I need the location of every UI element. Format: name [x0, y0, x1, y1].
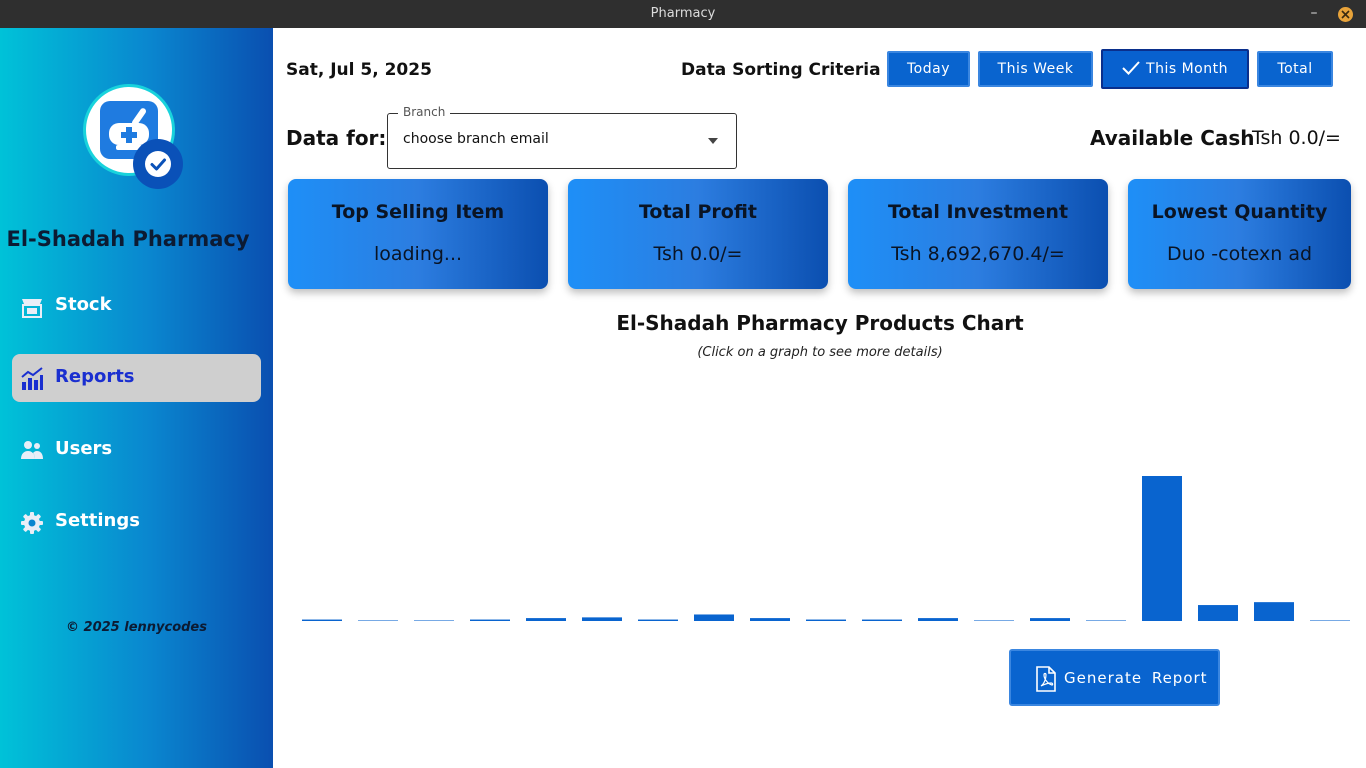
card-value: Duo -cotexn ad — [1166, 243, 1313, 265]
sidebar-item-label: Stock — [55, 294, 112, 315]
top-selling-item-card[interactable]: Top Selling Item loading... — [288, 179, 548, 289]
sidebar-item-reports[interactable]: Reports — [12, 354, 261, 402]
chart-bar[interactable] — [1198, 605, 1238, 621]
available-cash-label: Available Cash — [1090, 126, 1255, 150]
chart-bar[interactable] — [918, 618, 958, 621]
filter-label: This Week — [997, 61, 1074, 77]
dropdown-arrow-icon — [708, 138, 718, 144]
sidebar-item-label: Reports — [55, 366, 135, 387]
card-value: Tsh 8,692,670.4/= — [891, 243, 1065, 265]
filter-this-week-button[interactable]: This Week — [978, 51, 1093, 87]
checkmark-badge-icon — [133, 139, 183, 189]
chart-bar[interactable] — [582, 617, 622, 621]
sorting-criteria-label: Data Sorting Criteria — [681, 60, 881, 80]
chart-bar[interactable] — [526, 618, 566, 621]
chart-bar[interactable] — [1086, 620, 1126, 621]
minimize-button[interactable]: – — [1308, 3, 1320, 23]
total-profit-card[interactable]: Total Profit Tsh 0.0/= — [568, 179, 828, 289]
filter-label: Total — [1277, 61, 1313, 77]
chart-bar[interactable] — [1142, 476, 1182, 621]
chart-bar[interactable] — [694, 614, 734, 621]
card-title: Top Selling Item — [331, 201, 505, 223]
store-icon — [20, 295, 44, 319]
data-for-label: Data for: — [286, 126, 387, 150]
card-title: Total Profit — [638, 201, 758, 223]
sidebar-item-settings[interactable]: Settings — [12, 498, 261, 546]
chart-title: El-Shadah Pharmacy Products Chart — [616, 311, 1024, 335]
filter-label: This Month — [1146, 61, 1228, 77]
branch-field-legend: Branch — [398, 105, 451, 119]
chart-bar[interactable] — [638, 619, 678, 621]
copyright-text: © 2025 lennycodes — [66, 620, 207, 635]
close-icon — [1341, 10, 1350, 19]
total-investment-card[interactable]: Total Investment Tsh 8,692,670.4/= — [848, 179, 1108, 289]
branch-select[interactable]: Branch choose branch email — [387, 105, 737, 169]
sidebar-item-label: Users — [55, 438, 113, 459]
window-titlebar: Pharmacy – — [0, 0, 1366, 28]
check-icon — [1122, 60, 1140, 75]
generate-report-button[interactable]: Generate Report — [1009, 649, 1220, 706]
sidebar-item-users[interactable]: Users — [12, 426, 261, 474]
branch-select-value: choose branch email — [403, 131, 549, 147]
gear-icon — [20, 511, 44, 535]
chart-bar[interactable] — [806, 619, 846, 621]
chart-bar[interactable] — [414, 620, 454, 621]
card-value: loading... — [373, 243, 463, 265]
products-bar-chart[interactable] — [290, 380, 1360, 630]
chart-bar[interactable] — [862, 619, 902, 621]
filter-total-button[interactable]: Total — [1257, 51, 1333, 87]
card-title: Lowest Quantity — [1151, 201, 1328, 223]
sidebar-item-label: Settings — [55, 510, 140, 531]
users-icon — [20, 439, 44, 463]
sidebar-item-stock[interactable]: Stock — [12, 282, 261, 330]
available-cash-value: Tsh 0.0/= — [1252, 127, 1341, 149]
chart-bar[interactable] — [358, 620, 398, 621]
filter-label: Today — [907, 61, 950, 77]
filter-today-button[interactable]: Today — [887, 51, 970, 87]
chart-bar[interactable] — [974, 620, 1014, 621]
card-title: Total Investment — [887, 201, 1069, 223]
card-value: Tsh 0.0/= — [653, 243, 743, 265]
lowest-quantity-card[interactable]: Lowest Quantity Duo -cotexn ad — [1128, 179, 1351, 289]
pdf-icon — [1036, 666, 1056, 692]
chart-bar[interactable] — [1254, 602, 1294, 621]
window-title: Pharmacy — [650, 6, 716, 21]
current-date: Sat, Jul 5, 2025 — [286, 60, 432, 80]
chart-bar[interactable] — [750, 618, 790, 621]
filter-this-month-button[interactable]: This Month — [1101, 49, 1249, 89]
brand-name: El-Shadah Pharmacy — [6, 227, 250, 251]
chart-bar[interactable] — [1310, 620, 1350, 621]
chart-subtitle: (Click on a graph to see more details) — [697, 345, 943, 360]
chart-bar[interactable] — [1030, 618, 1070, 621]
close-button[interactable] — [1338, 7, 1353, 22]
chart-bar[interactable] — [302, 619, 342, 621]
sidebar: El-Shadah Pharmacy Stock Reports Users S… — [0, 28, 273, 768]
bar-chart-icon — [20, 367, 44, 391]
generate-report-label: Generate Report — [1064, 669, 1208, 687]
chart-bar[interactable] — [470, 619, 510, 621]
